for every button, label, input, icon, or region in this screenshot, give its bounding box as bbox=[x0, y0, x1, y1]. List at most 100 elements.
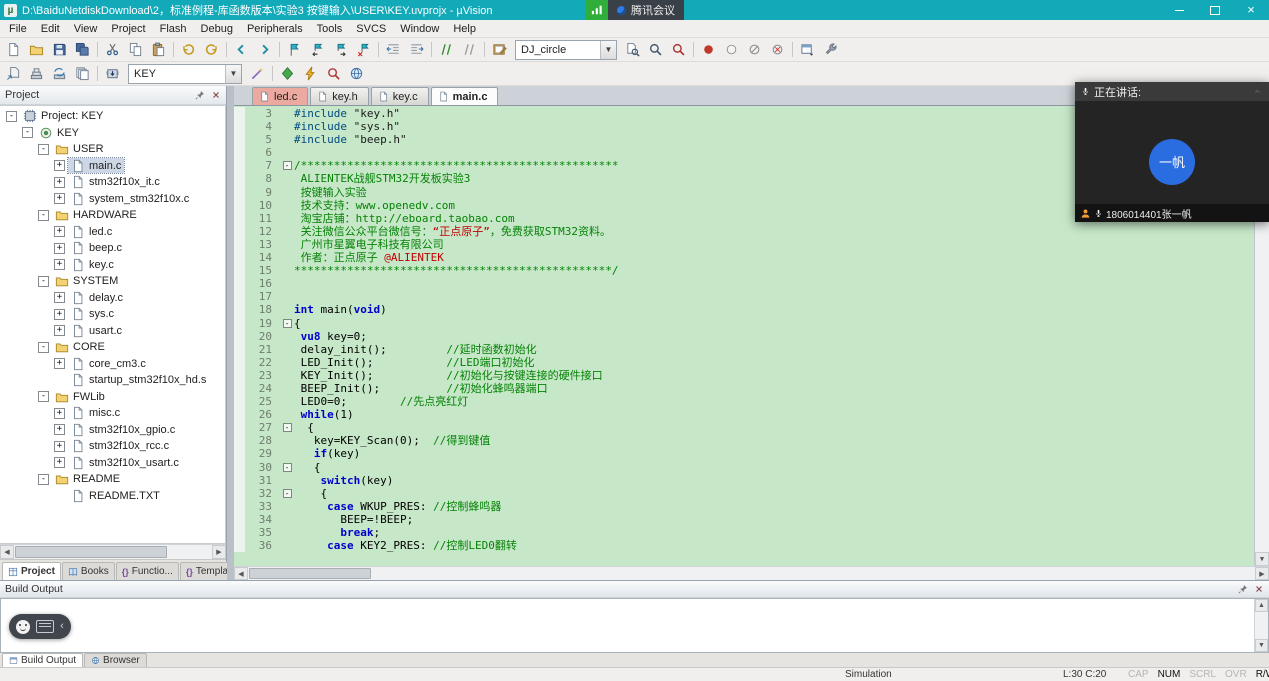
close-panel-button[interactable] bbox=[209, 89, 223, 102]
tree-item-key[interactable]: -KEY bbox=[0, 125, 225, 142]
collapse-icon[interactable]: - bbox=[6, 111, 17, 122]
build-target-button[interactable] bbox=[25, 64, 48, 84]
close-button[interactable]: × bbox=[1233, 0, 1269, 20]
meeting-overlay[interactable]: 正在讲话: 一帆 1806014401张一帆 bbox=[1075, 82, 1269, 222]
new-doc-button[interactable] bbox=[2, 40, 25, 60]
incremental-search-button[interactable] bbox=[667, 40, 690, 60]
keyboard-icon[interactable] bbox=[36, 620, 54, 633]
expand-icon[interactable]: + bbox=[54, 226, 65, 237]
breakpoint-kill-all-button[interactable] bbox=[766, 40, 789, 60]
scroll-left-icon[interactable]: ◀ bbox=[234, 567, 248, 580]
breakpoint-insert-button[interactable] bbox=[697, 40, 720, 60]
menu-file[interactable]: File bbox=[2, 22, 34, 36]
bookmark-clear-all-button[interactable] bbox=[352, 40, 375, 60]
expand-icon[interactable]: + bbox=[54, 292, 65, 303]
tree-item-stm32f10x-rcc.c[interactable]: +stm32f10x_rcc.c bbox=[0, 438, 225, 455]
redo-button[interactable] bbox=[200, 40, 223, 60]
tree-item-beep.c[interactable]: +beep.c bbox=[0, 240, 225, 257]
collapse-icon[interactable]: - bbox=[22, 127, 33, 138]
close-panel-button[interactable] bbox=[1252, 583, 1266, 596]
expand-icon[interactable]: + bbox=[54, 424, 65, 435]
maximize-button[interactable] bbox=[1197, 0, 1233, 20]
menu-window[interactable]: Window bbox=[393, 22, 446, 36]
floating-toolbar[interactable]: ‹ bbox=[9, 614, 71, 639]
collapse-icon[interactable]: - bbox=[38, 474, 49, 485]
tree-item-key.c[interactable]: +key.c bbox=[0, 257, 225, 274]
tree-item-main.c[interactable]: +main.c bbox=[0, 158, 225, 175]
scroll-down-icon[interactable]: ▼ bbox=[1255, 552, 1269, 566]
expand-icon[interactable]: + bbox=[54, 441, 65, 452]
scrollbar-thumb[interactable] bbox=[15, 546, 167, 558]
expand-icon[interactable]: + bbox=[54, 457, 65, 468]
panel-tab-project[interactable]: Project bbox=[2, 562, 61, 580]
tree-item-startup-stm32f10x-hd.s[interactable]: startup_stm32f10x_hd.s bbox=[0, 372, 225, 389]
fold-collapse-icon[interactable]: - bbox=[283, 161, 292, 170]
find-text-combobox[interactable]: DJ_circle ▼ bbox=[515, 40, 617, 60]
rebuild-all-button[interactable] bbox=[48, 64, 71, 84]
tree-item-stm32f10x-usart.c[interactable]: +stm32f10x_usart.c bbox=[0, 455, 225, 472]
tree-item-stm32f10x-gpio.c[interactable]: +stm32f10x_gpio.c bbox=[0, 422, 225, 439]
tree-item-led.c[interactable]: +led.c bbox=[0, 224, 225, 241]
tree-item-readme.txt[interactable]: README.TXT bbox=[0, 488, 225, 505]
translate-file-button[interactable] bbox=[2, 64, 25, 84]
panel-tab-functio[interactable]: {}Functio... bbox=[116, 562, 179, 580]
expand-icon[interactable]: + bbox=[54, 309, 65, 320]
tree-item-project-key[interactable]: -Project: KEY bbox=[0, 108, 225, 125]
tree-item-core-cm3.c[interactable]: +core_cm3.c bbox=[0, 356, 225, 373]
tree-item-fwlib[interactable]: -FWLib bbox=[0, 389, 225, 406]
manage-rte-button[interactable] bbox=[276, 64, 299, 84]
flash-download-button[interactable] bbox=[299, 64, 322, 84]
menu-project[interactable]: Project bbox=[104, 22, 152, 36]
menu-edit[interactable]: Edit bbox=[34, 22, 67, 36]
project-hscrollbar[interactable]: ◀ ▶ bbox=[0, 544, 226, 559]
editor-tab-key-h[interactable]: key.h bbox=[310, 87, 368, 105]
fold-collapse-icon[interactable]: - bbox=[283, 489, 292, 498]
fold-collapse-icon[interactable]: - bbox=[283, 319, 292, 328]
scroll-right-icon[interactable]: ▶ bbox=[212, 545, 226, 559]
configure-wrench-button[interactable] bbox=[819, 40, 842, 60]
breakpoint-enable-button[interactable] bbox=[720, 40, 743, 60]
comment-selection-button[interactable] bbox=[435, 40, 458, 60]
nav-forward-button[interactable] bbox=[253, 40, 276, 60]
system-viewer-button[interactable] bbox=[345, 64, 368, 84]
bookmark-toggle-button[interactable] bbox=[283, 40, 306, 60]
tree-item-delay.c[interactable]: +delay.c bbox=[0, 290, 225, 307]
menu-flash[interactable]: Flash bbox=[153, 22, 194, 36]
indent-left-button[interactable] bbox=[382, 40, 405, 60]
batch-build-button[interactable] bbox=[71, 64, 94, 84]
emoji-icon[interactable] bbox=[16, 620, 30, 634]
screen-share-indicator[interactable]: 腾讯会议 bbox=[586, 0, 684, 20]
editor-tab-key-c[interactable]: key.c bbox=[371, 87, 429, 105]
save-button[interactable] bbox=[48, 40, 71, 60]
undo-button[interactable] bbox=[177, 40, 200, 60]
chevron-down-icon[interactable]: ▼ bbox=[225, 65, 241, 83]
scroll-up-icon[interactable]: ▲ bbox=[1255, 599, 1268, 612]
scroll-left-icon[interactable]: ◀ bbox=[0, 545, 14, 559]
tree-item-user[interactable]: -USER bbox=[0, 141, 225, 158]
expand-icon[interactable]: + bbox=[54, 160, 65, 171]
collapse-icon[interactable]: - bbox=[38, 342, 49, 353]
tree-item-hardware[interactable]: -HARDWARE bbox=[0, 207, 225, 224]
select-target-combobox[interactable]: KEY ▼ bbox=[128, 64, 242, 84]
menu-tools[interactable]: Tools bbox=[310, 22, 350, 36]
tree-item-readme[interactable]: -README bbox=[0, 471, 225, 488]
tree-item-stm32f10x-it.c[interactable]: +stm32f10x_it.c bbox=[0, 174, 225, 191]
nav-back-button[interactable] bbox=[230, 40, 253, 60]
search-document-button[interactable] bbox=[621, 40, 644, 60]
pin-button[interactable] bbox=[1236, 583, 1250, 596]
open-folder-button[interactable] bbox=[25, 40, 48, 60]
editor-tab-main-c[interactable]: main.c bbox=[431, 87, 499, 105]
expand-icon[interactable]: + bbox=[54, 259, 65, 270]
collapse-icon[interactable]: - bbox=[38, 276, 49, 287]
pin-button[interactable] bbox=[193, 89, 207, 102]
collapse-icon[interactable]: - bbox=[38, 210, 49, 221]
expand-icon[interactable]: + bbox=[54, 358, 65, 369]
debug-windows-button[interactable] bbox=[796, 40, 819, 60]
uncomment-selection-button[interactable] bbox=[458, 40, 481, 60]
bookmark-next-button[interactable] bbox=[329, 40, 352, 60]
output-tab-build-output[interactable]: Build Output bbox=[2, 653, 83, 667]
menu-view[interactable]: View bbox=[67, 22, 105, 36]
tree-item-sys.c[interactable]: +sys.c bbox=[0, 306, 225, 323]
grep-button[interactable] bbox=[644, 40, 667, 60]
expand-icon[interactable]: + bbox=[54, 177, 65, 188]
